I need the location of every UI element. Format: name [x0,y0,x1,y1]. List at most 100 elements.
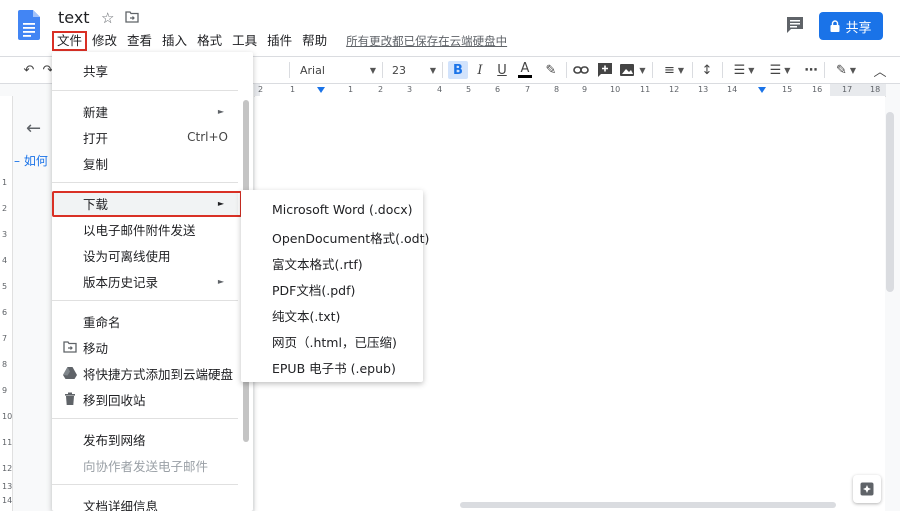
ruler-number: 16 [812,85,823,94]
underline-icon[interactable]: U [494,61,510,79]
explore-icon [860,482,874,496]
file-menu-copy[interactable]: 复制 [52,151,238,175]
file-menu-add-shortcut[interactable]: 将快捷方式添加到云端硬盘 [52,361,238,385]
file-menu-move-label: 移动 [83,340,109,356]
toolbar-divider [382,62,383,78]
font-size-select[interactable]: 23 ▼ [392,61,436,79]
file-menu-move[interactable]: 移动 [52,335,238,359]
numbered-list-icon[interactable]: ☰ ▼ [728,61,760,79]
docs-logo-icon[interactable] [18,10,40,40]
ruler-number: 12 [669,85,680,94]
file-menu-publish-label: 发布到网络 [83,432,146,448]
download-txt[interactable]: 纯文本(.txt) [272,306,340,325]
more-options-icon[interactable]: ⋯ [802,61,820,79]
link-icon[interactable] [572,61,590,79]
submenu-arrow-icon: ► [217,276,224,286]
menu-edit[interactable]: 修改 [87,32,122,50]
ruler-number: 3 [407,85,413,94]
file-menu-open[interactable]: 打开 Ctrl+O [52,125,238,149]
vruler-number: 5 [2,282,8,291]
file-menu-email-attachment[interactable]: 以电子邮件附件发送 [52,217,238,241]
vruler-number: 11 [2,438,13,447]
star-icon[interactable]: ☆ [101,9,114,27]
download-submenu: Microsoft Word (.docx) OpenDocument格式(.o… [241,190,429,382]
comment-icon[interactable] [785,16,805,34]
file-menu-trash[interactable]: 移到回收站 [52,387,238,411]
outline-item[interactable]: – 如何 [14,152,48,169]
menu-divider [52,418,238,419]
insert-image-icon[interactable] [618,61,636,79]
file-menu-trash-label: 移到回收站 [83,392,146,408]
menu-divider [52,182,238,183]
file-menu-email-collaborators: 向协作者发送电子邮件 [52,453,238,477]
file-menu-publish[interactable]: 发布到网络 [52,427,238,451]
file-menu-new[interactable]: 新建 ► [52,99,238,123]
toolbar-divider [692,62,693,78]
line-spacing-icon[interactable]: ↕ [698,61,716,79]
download-docx[interactable]: Microsoft Word (.docx) [272,202,413,217]
collapse-toolbar-icon[interactable]: ︿ [872,61,888,80]
chevron-down-icon[interactable]: ▼ [636,61,646,79]
file-menu-offline[interactable]: 设为可离线使用 [52,243,238,267]
highlight-color-icon[interactable]: ✎ [542,61,560,79]
vruler-number: 2 [2,204,8,213]
horizontal-scrollbar[interactable] [460,502,836,508]
toolbar-divider [722,62,723,78]
file-menu-version-history[interactable]: 版本历史记录 ► [52,269,238,293]
move-folder-icon[interactable] [125,11,139,23]
align-left-icon[interactable]: ≡ ▼ [660,61,688,79]
file-menu: 共享 新建 ► 打开 Ctrl+O 复制 下载 ► 以电子邮件附件发送 设为可离… [52,52,253,511]
download-pdf[interactable]: PDF文档(.pdf) [272,280,355,299]
menu-insert[interactable]: 插入 [157,32,192,50]
toolbar-divider [652,62,653,78]
file-menu-copy-label: 复制 [83,156,109,172]
menu-view[interactable]: 查看 [122,32,157,50]
ruler-number: 9 [582,85,588,94]
font-family-select[interactable]: Arial ▼ [300,61,376,79]
ruler-number: 6 [495,85,501,94]
menu-addons[interactable]: 插件 [262,32,297,50]
file-menu-share-label: 共享 [83,63,109,79]
save-status-link[interactable]: 所有更改都已保存在云端硬盘中 [346,33,507,49]
italic-icon[interactable]: I [472,61,488,79]
vruler-number: 12 [2,464,13,473]
menu-file[interactable]: 文件 [52,31,88,51]
download-rtf[interactable]: 富文本格式(.rtf) [272,254,363,273]
undo-icon[interactable]: ↶ [20,61,38,79]
menu-tools[interactable]: 工具 [227,32,262,50]
file-menu-open-shortcut: Ctrl+O [187,130,228,144]
back-arrow-icon[interactable]: ← [26,118,41,139]
trash-icon [65,392,75,405]
vertical-scrollbar[interactable] [886,112,894,292]
bulleted-list-icon[interactable]: ☰ ▼ [764,61,796,79]
add-comment-icon[interactable] [596,61,614,79]
file-menu-email-collaborators-label: 向协作者发送电子邮件 [83,458,209,474]
share-button[interactable]: 共享 [819,12,883,40]
ruler-number: 14 [727,85,738,94]
download-odt[interactable]: OpenDocument格式(.odt) [272,228,429,247]
vruler-number: 6 [2,308,8,317]
move-folder-icon [63,341,77,353]
file-menu-doc-details[interactable]: 文档详细信息 [52,493,238,511]
download-epub[interactable]: EPUB 电子书 (.epub) [272,358,396,377]
ruler-number: 10 [610,85,621,94]
download-html[interactable]: 网页（.html，已压缩) [272,332,397,351]
menu-divider [52,90,238,91]
menu-divider [52,300,238,301]
right-indent-marker[interactable] [758,87,766,93]
vruler-number: 1 [2,178,8,187]
text-color-icon[interactable]: A [516,61,534,79]
vruler-number: 10 [2,412,13,421]
file-menu-share[interactable]: 共享 [52,58,238,82]
font-size-value: 23 [392,63,406,77]
left-indent-marker[interactable] [317,87,325,93]
bold-icon[interactable]: B [448,61,468,79]
file-menu-rename[interactable]: 重命名 [52,309,238,333]
menu-help[interactable]: 帮助 [297,32,332,50]
explore-button[interactable] [853,475,881,503]
file-menu-rename-label: 重命名 [83,314,121,330]
menu-format[interactable]: 格式 [192,32,227,50]
editing-mode-icon[interactable]: ✎ ▼ [832,61,860,79]
ruler-number: 15 [782,85,793,94]
document-title[interactable]: text [58,8,90,27]
